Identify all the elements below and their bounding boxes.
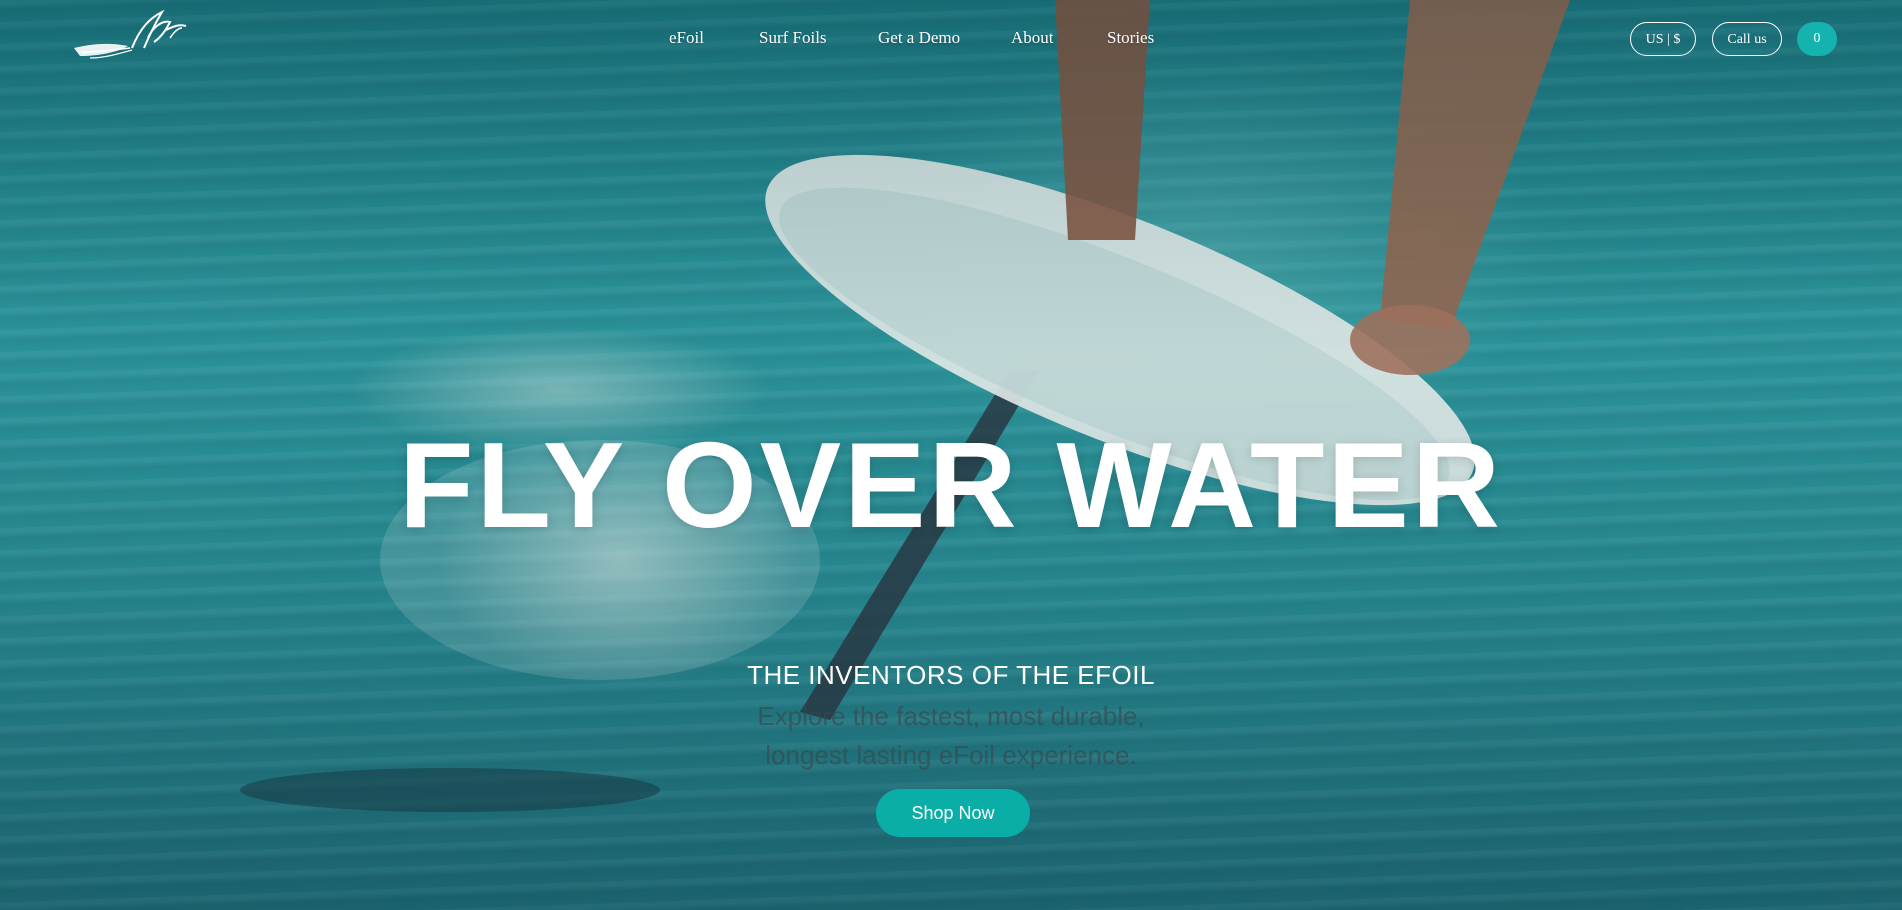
currency-selector-button[interactable]: US | $ — [1630, 22, 1696, 56]
hero-subtitle: THE INVENTORS OF THE EFOIL — [747, 660, 1155, 690]
cart-button[interactable]: 0 — [1797, 22, 1837, 56]
lift-logo[interactable] — [70, 8, 190, 68]
hero-headline: FLY OVER WATER — [398, 417, 1504, 553]
hero-description: Explore the fastest, most durable, longe… — [0, 697, 1902, 775]
hero-description-line-1: Explore the fastest, most durable, — [757, 701, 1145, 731]
nav-item-surf-foils[interactable]: Surf Foils — [759, 28, 827, 48]
nav-item-efoil[interactable]: eFoil — [669, 28, 704, 48]
nav-item-about[interactable]: About — [1011, 28, 1054, 48]
hero-description-line-2: longest lasting eFoil experience. — [765, 740, 1137, 770]
shop-now-button[interactable]: Shop Now — [876, 789, 1030, 837]
nav-item-get-a-demo[interactable]: Get a Demo — [878, 28, 960, 48]
call-us-button[interactable]: Call us — [1712, 22, 1782, 56]
nav-item-stories[interactable]: Stories — [1107, 28, 1154, 48]
site-header: eFoil Surf Foils Get a Demo About Storie… — [0, 0, 1902, 80]
